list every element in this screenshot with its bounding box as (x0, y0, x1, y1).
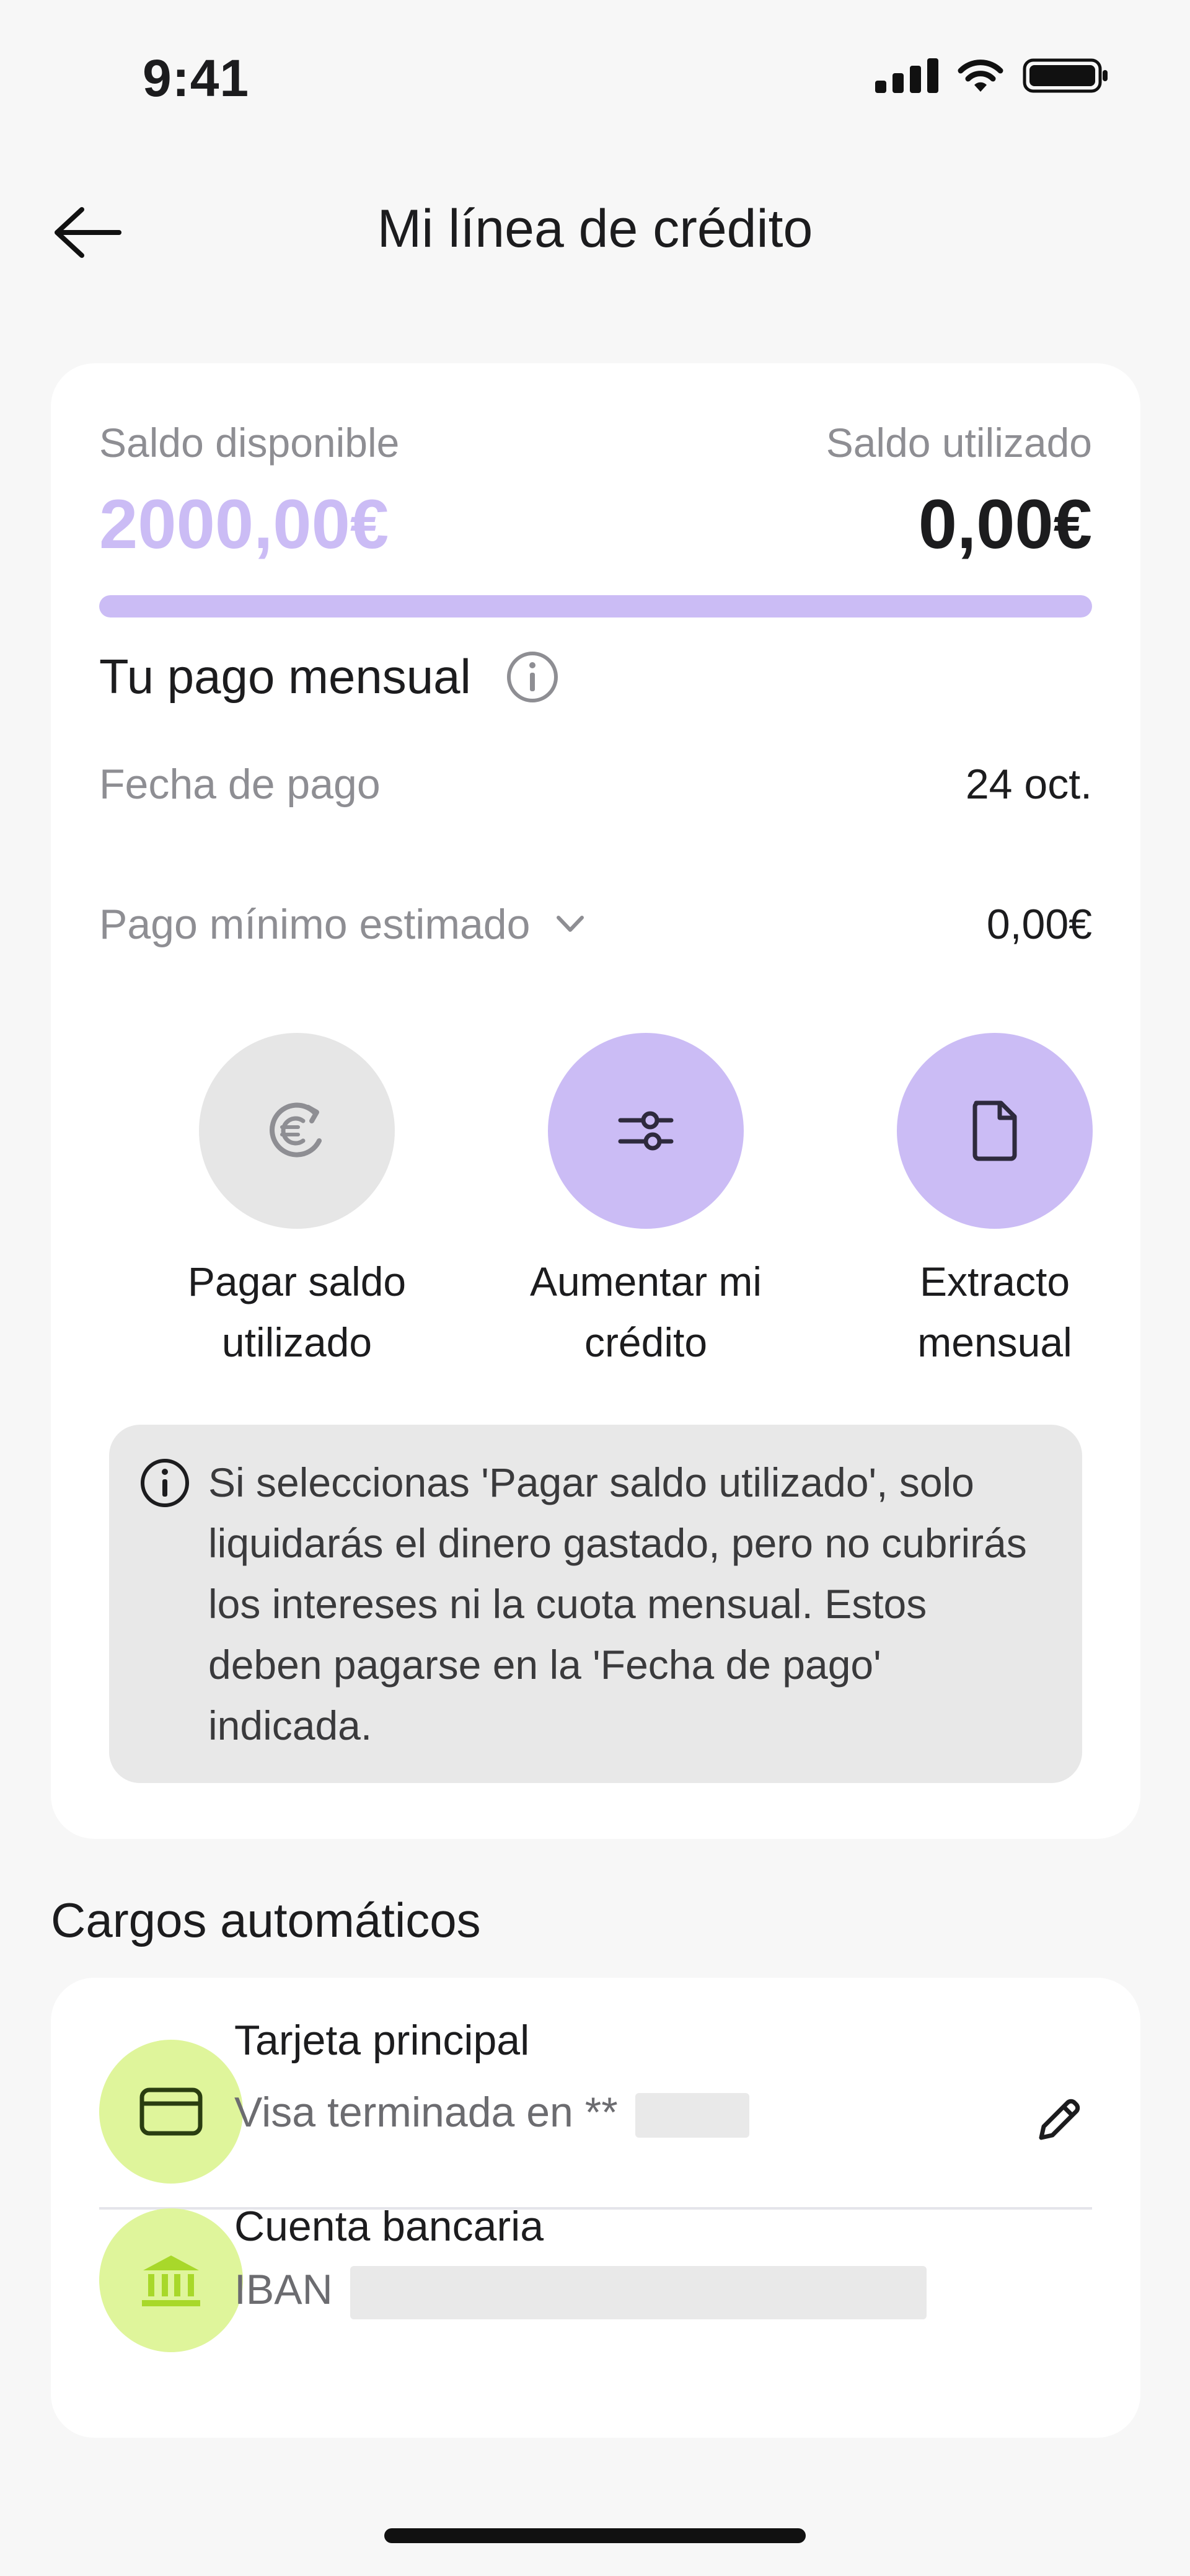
payment-date-label: Fecha de pago (99, 761, 381, 808)
redacted-iban (350, 2266, 927, 2320)
increase-credit-label: Aumentar mi crédito (529, 1259, 762, 1365)
info-notice-text: Si seleccionas 'Pagar saldo utilizado', … (208, 1459, 1027, 1748)
list-item-main-card[interactable]: Tarjeta principal Visa terminada en ** (51, 1978, 1140, 2207)
quick-actions: Pagar saldo utilizado Aumentar mi crédit… (51, 1033, 1140, 1380)
increase-credit-circle (548, 1033, 744, 1229)
home-indicator (384, 2528, 806, 2543)
status-time: 9:41 (143, 49, 250, 107)
info-notice: Si seleccionas 'Pagar saldo utilizado', … (109, 1425, 1082, 1783)
battery-icon (1023, 57, 1109, 94)
cellular-signal-icon (875, 58, 938, 93)
increase-credit-button[interactable]: Aumentar mi crédito (516, 1033, 776, 1373)
monthly-payment-title: Tu pago mensual (99, 649, 471, 704)
credit-line-card: Saldo disponible Saldo utilizado 2000,00… (51, 363, 1140, 1839)
monthly-payment-heading: Tu pago mensual (99, 648, 559, 705)
bank-account-title: Cuenta bancaria (234, 2203, 544, 2250)
credit-card-icon (139, 2087, 203, 2136)
available-balance-amount: 2000,00€ (99, 485, 389, 563)
available-balance-label: Saldo disponible (99, 420, 400, 466)
monthly-statement-button[interactable]: Extracto mensual (865, 1033, 1125, 1373)
pay-used-balance-label: Pagar saldo utilizado (187, 1259, 407, 1365)
edit-card-button[interactable] (1024, 2087, 1092, 2155)
info-icon (141, 1459, 189, 1507)
min-payment-toggle[interactable]: Pago mínimo estimado (99, 900, 586, 949)
min-payment-value: 0,00€ (986, 901, 1092, 948)
main-card-title: Tarjeta principal (234, 2017, 530, 2064)
min-payment-label: Pago mínimo estimado (99, 901, 531, 948)
auto-charges-card: Tarjeta principal Visa terminada en ** C… (51, 1978, 1140, 2438)
monthly-statement-label: Extracto mensual (917, 1259, 1072, 1365)
info-icon[interactable] (506, 650, 559, 704)
pencil-icon (1039, 2099, 1080, 2140)
page-title: Mi línea de crédito (377, 199, 813, 259)
bank-account-subtitle: IBAN (234, 2265, 927, 2320)
status-icons (875, 57, 1109, 94)
header: Mi línea de crédito (0, 155, 1190, 304)
card-avatar (99, 2040, 243, 2184)
bank-avatar (99, 2208, 243, 2352)
credit-usage-bar (99, 595, 1092, 617)
used-balance-label: Saldo utilizado (826, 420, 1092, 466)
bank-icon (142, 2255, 200, 2306)
pay-used-balance-button[interactable]: Pagar saldo utilizado (167, 1033, 427, 1373)
payment-date-value: 24 oct. (965, 761, 1092, 808)
redacted-card-digits (635, 2093, 749, 2138)
status-bar: 9:41 (0, 0, 1190, 155)
chevron-down-icon (557, 916, 584, 932)
credit-usage-fill (99, 595, 1092, 617)
auto-charges-title: Cargos automáticos (51, 1893, 481, 1947)
pay-used-balance-circle (199, 1033, 395, 1229)
sliders-icon (618, 1111, 674, 1151)
list-item-bank-account[interactable]: Cuenta bancaria IBAN (51, 2203, 1140, 2438)
wifi-icon (956, 57, 1005, 94)
document-icon (972, 1100, 1017, 1161)
euro-refresh-icon (270, 1102, 322, 1157)
monthly-statement-circle (897, 1033, 1093, 1229)
used-balance-amount: 0,00€ (918, 485, 1092, 563)
main-card-subtitle: Visa terminada en ** (234, 2088, 749, 2138)
